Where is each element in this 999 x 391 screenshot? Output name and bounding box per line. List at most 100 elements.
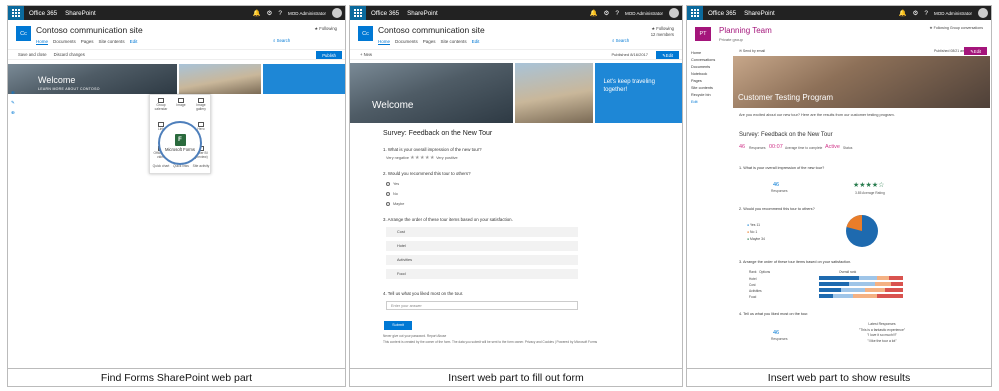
toolbox-item-label: Image gallery	[196, 103, 206, 111]
nav-documents[interactable]: Documents	[53, 39, 76, 45]
bell-icon[interactable]: 🔔	[589, 9, 597, 17]
hero-title: Customer Testing Program	[738, 93, 833, 102]
nav-home[interactable]: Home	[687, 51, 729, 58]
user-name[interactable]: MOD Administrator	[625, 11, 663, 16]
rank-item[interactable]: Hotel	[386, 241, 578, 251]
nav-conversations[interactable]: Conversations	[687, 58, 729, 65]
app-name[interactable]: Office 365	[29, 10, 57, 17]
star-icon[interactable]: ★★★★★	[410, 155, 435, 161]
gear-icon[interactable]: ⚙	[913, 9, 919, 17]
nav-notebook[interactable]: Notebook	[687, 72, 729, 79]
following-button[interactable]: ★ Following	[651, 26, 674, 31]
toolbox-item[interactable]: Image	[172, 98, 190, 108]
site-name[interactable]: SharePoint	[65, 10, 96, 17]
submit-button[interactable]: Submit	[384, 321, 412, 330]
site-logo[interactable]: Cc	[358, 26, 373, 41]
nav-edit[interactable]: Edit	[130, 39, 138, 45]
toolbox-item[interactable]: Quick links	[172, 164, 190, 169]
hero-promo-tile[interactable]	[262, 64, 345, 94]
forms-webpart-magnified[interactable]: F Microsoft Forms	[158, 121, 202, 165]
nav-home[interactable]: Home	[36, 39, 49, 45]
nav-documents[interactable]: Documents	[395, 39, 418, 45]
nav-site-contents[interactable]: Site contents	[441, 39, 467, 45]
site-title[interactable]: Contoso communication site	[378, 25, 485, 35]
nav-home[interactable]: Home	[378, 39, 391, 45]
avatar[interactable]	[332, 8, 342, 18]
legend-swatch: ●	[747, 223, 750, 227]
radio-label: Yes	[393, 182, 400, 186]
discard-button[interactable]: Discard changes	[54, 52, 85, 57]
following-button[interactable]: ★ Following Group conversations	[929, 26, 983, 30]
waffle-icon[interactable]	[687, 6, 703, 20]
radio-icon[interactable]	[386, 192, 390, 196]
group-title[interactable]: Planning Team	[719, 26, 772, 35]
nav-pages[interactable]: Pages	[687, 79, 729, 86]
radio-option[interactable]: Yes	[386, 182, 399, 186]
send-email-label: Send by email	[742, 49, 766, 53]
new-button[interactable]: + New	[360, 52, 372, 57]
site-title[interactable]: Contoso communication site	[36, 25, 143, 35]
waffle-icon[interactable]	[350, 6, 366, 20]
nav-documents[interactable]: Documents	[687, 65, 729, 72]
gear-icon[interactable]: ⚙	[604, 9, 610, 17]
nav-edit[interactable]: Edit	[472, 39, 480, 45]
hero-promo-tile[interactable]: Let's keep traveling together!	[595, 63, 682, 123]
app-name[interactable]: Office 365	[708, 10, 736, 17]
toolbox-item[interactable]: Site activity	[192, 164, 210, 169]
stat-responses-label: Responses	[749, 146, 766, 150]
nav-pages[interactable]: Pages	[423, 39, 436, 45]
radio-icon[interactable]	[386, 202, 390, 206]
site-name[interactable]: SharePoint	[744, 10, 775, 17]
avatar[interactable]	[669, 8, 679, 18]
user-name[interactable]: MOD Administrator	[934, 11, 972, 16]
members-count[interactable]: 12 members	[651, 32, 674, 37]
answer-input[interactable]: Enter your answer	[386, 301, 578, 310]
app-name[interactable]: Office 365	[371, 10, 399, 17]
hero-image-city	[350, 63, 513, 123]
bell-icon[interactable]: 🔔	[898, 9, 906, 17]
toolbox-item[interactable]: Group calendar	[152, 98, 170, 111]
q3-options: Hotel Cost Activities Food	[749, 276, 762, 300]
nav-edit[interactable]: Edit	[687, 100, 729, 107]
help-icon[interactable]: ?	[615, 10, 619, 17]
hero-link[interactable]: LEARN MORE ABOUT CONTOSO	[38, 87, 100, 91]
rank-item[interactable]: Cost	[386, 227, 578, 237]
rank-item[interactable]: Activities	[386, 255, 578, 265]
nav-site-contents[interactable]: Site contents	[687, 86, 729, 93]
move-icon[interactable]: ⊕	[11, 110, 15, 116]
rank-item[interactable]: Food	[386, 269, 578, 279]
search-box[interactable]: ⌕ Search	[612, 38, 629, 43]
gear-icon[interactable]: ⚙	[267, 9, 273, 17]
edit-button[interactable]: ✎ Edit	[964, 47, 987, 55]
publish-button[interactable]: Publish	[316, 51, 342, 59]
nav-recycle-bin[interactable]: Recycle bin	[687, 93, 729, 100]
caption-2: Insert web part to fill out form	[349, 369, 683, 387]
site-logo[interactable]: Cc	[16, 26, 31, 41]
toolbox-item[interactable]: Image gallery	[192, 98, 210, 111]
save-close-button[interactable]: Save and close	[18, 52, 47, 57]
nav-site-contents[interactable]: Site contents	[99, 39, 125, 45]
user-name[interactable]: MOD Administrator	[288, 11, 326, 16]
conversations-link[interactable]: Group conversations	[950, 26, 983, 30]
forms-webpart-label: Microsoft Forms	[164, 146, 195, 152]
help-icon[interactable]: ?	[924, 10, 928, 17]
rank-option: Food	[749, 295, 757, 299]
nav-pages[interactable]: Pages	[81, 39, 94, 45]
help-icon[interactable]: ?	[278, 10, 282, 17]
footer-abuse[interactable]: Never give out your password. Report Abu…	[383, 334, 446, 338]
pencil-icon[interactable]: ✎	[11, 100, 15, 106]
bell-icon[interactable]: 🔔	[252, 9, 260, 17]
waffle-icon[interactable]	[8, 6, 24, 20]
group-logo[interactable]: PT	[695, 27, 711, 41]
edit-button[interactable]: ✎ Edit	[656, 51, 679, 59]
plus-icon[interactable]: ⊕	[11, 90, 15, 96]
avatar[interactable]	[978, 8, 988, 18]
radio-option[interactable]: Maybe	[386, 202, 404, 206]
send-email-button[interactable]: ✉ Send by email	[739, 49, 765, 53]
following-button[interactable]: ★ Following	[314, 26, 337, 31]
radio-icon[interactable]	[386, 182, 390, 186]
toolbox-item[interactable]: Quick chart	[152, 164, 170, 169]
search-box[interactable]: ⌕ Search	[273, 38, 290, 43]
site-name[interactable]: SharePoint	[407, 10, 438, 17]
radio-option[interactable]: No	[386, 192, 398, 196]
